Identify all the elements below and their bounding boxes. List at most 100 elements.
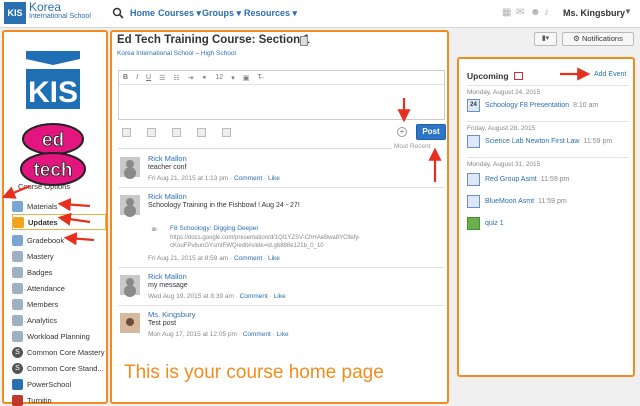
event-name[interactable]: quiz 1 bbox=[485, 220, 504, 227]
sidebar-item-common-core-standards[interactable]: S Common Core Stand... bbox=[12, 360, 106, 376]
sidebar-item-badges[interactable]: Badges bbox=[12, 264, 106, 280]
sidebar-item-members[interactable]: Members bbox=[12, 296, 106, 312]
post-body: Schoology Training in the Fishbowl ! Aug… bbox=[148, 202, 300, 209]
italic-icon[interactable]: I bbox=[136, 74, 138, 81]
image-icon[interactable]: ▣ bbox=[243, 74, 250, 82]
kis-logo-mark[interactable]: KIS bbox=[4, 2, 26, 24]
event-item[interactable]: BlueMoon Asmt 11:59 pm bbox=[467, 193, 567, 209]
layout-toggle-button[interactable]: ▮▾ bbox=[534, 32, 557, 46]
comment-link[interactable]: Comment bbox=[243, 331, 271, 338]
feed-post: Ms. Kingsbury Test post Mon Aug 17, 2015… bbox=[118, 310, 445, 344]
bullet-list-icon[interactable]: ☰ bbox=[159, 74, 165, 82]
attachment-link-url[interactable]: https://docs.google.com/presentation/d/1… bbox=[170, 234, 370, 250]
like-link[interactable]: Like bbox=[268, 255, 280, 262]
people-icon[interactable]: ☻ bbox=[530, 8, 541, 18]
bold-icon[interactable]: B bbox=[123, 74, 128, 81]
sidebar-item-label: Common Core Stand... bbox=[27, 363, 104, 373]
event-item[interactable]: 24 Schoology F8 Presentation 8:10 am bbox=[467, 97, 598, 113]
avatar[interactable] bbox=[120, 275, 140, 295]
resource-icon[interactable] bbox=[172, 127, 181, 137]
calendar-icon[interactable] bbox=[514, 72, 523, 80]
event-item[interactable]: Science Lab Newton First Law 11:59 pm bbox=[467, 133, 612, 149]
like-link[interactable]: Like bbox=[274, 293, 286, 300]
clear-format-icon[interactable]: T̶ bbox=[257, 74, 261, 81]
sidebar-item-analytics[interactable]: Analytics bbox=[12, 312, 106, 328]
post-author[interactable]: Ms. Kingsbury bbox=[148, 310, 196, 319]
event-name[interactable]: Red Group Asmt bbox=[485, 176, 537, 183]
common-core-icon: S bbox=[12, 346, 23, 358]
font-size-select[interactable]: 12 bbox=[215, 74, 223, 81]
comment-link[interactable]: Comment bbox=[234, 175, 262, 182]
grid-icon[interactable]: ▦ bbox=[502, 8, 512, 18]
sidebar-item-common-core-mastery[interactable]: S Common Core Mastery bbox=[12, 344, 106, 360]
link-icon[interactable]: ⚭ bbox=[202, 74, 208, 82]
copy-icon[interactable] bbox=[222, 127, 231, 137]
file-icon[interactable] bbox=[122, 127, 131, 137]
post-date: Mon Aug 17, 2015 at 12:05 pm bbox=[148, 331, 237, 338]
post-author[interactable]: Rick Mallon bbox=[148, 154, 187, 163]
powerschool-icon bbox=[12, 378, 23, 390]
post-author[interactable]: Rick Mallon bbox=[148, 192, 187, 201]
user-menu[interactable]: Ms. Kingsbury bbox=[563, 8, 625, 18]
bell-icon[interactable]: ♪ bbox=[544, 8, 554, 18]
notifications-button[interactable]: ⚙ Notifications bbox=[562, 32, 634, 46]
nav-groups[interactable]: Groups ▾ bbox=[202, 8, 241, 19]
chevron-down-icon[interactable]: ▼ bbox=[624, 7, 632, 16]
sidebar-item-turnitin[interactable]: Turnitin bbox=[12, 392, 106, 406]
add-option-icon[interactable]: + bbox=[397, 127, 407, 137]
edit-course-icon[interactable] bbox=[300, 36, 308, 46]
nav-courses[interactable]: Courses ▾ bbox=[158, 8, 201, 19]
sidebar-item-mastery[interactable]: Mastery bbox=[12, 248, 106, 264]
course-school-link[interactable]: Korea International School – High School bbox=[117, 50, 236, 57]
attachment-link-title[interactable]: F8 Schoology: Digging Deeper bbox=[170, 225, 259, 232]
avatar[interactable] bbox=[120, 313, 140, 333]
sort-select[interactable]: Most Recent bbox=[394, 143, 431, 150]
event-name[interactable]: BlueMoon Asmt bbox=[485, 198, 534, 205]
sidebar-item-workload-planning[interactable]: Workload Planning bbox=[12, 328, 106, 344]
add-event-link[interactable]: Add Event bbox=[594, 71, 626, 78]
svg-text:ed: ed bbox=[42, 130, 64, 151]
post-body: teacher conf bbox=[148, 164, 187, 171]
school-name[interactable]: Korea bbox=[29, 1, 61, 13]
sidebar-item-gradebook[interactable]: Gradebook bbox=[12, 232, 106, 248]
event-item[interactable]: Red Group Asmt 11:59 pm bbox=[467, 171, 569, 187]
message-icon[interactable]: ✉ bbox=[516, 8, 526, 18]
calendar-event-icon: 24 bbox=[467, 98, 480, 112]
event-time: 11:59 pm bbox=[583, 137, 613, 145]
underline-icon[interactable]: U bbox=[146, 74, 151, 81]
like-link[interactable]: Like bbox=[268, 175, 280, 182]
post-author[interactable]: Rick Mallon bbox=[148, 272, 187, 281]
post-editor[interactable]: B I U ☰ ☷ ⇥ ⚭ 12 ▾ ▣ T̶ bbox=[118, 70, 445, 120]
event-name[interactable]: Schoology F8 Presentation bbox=[485, 102, 569, 109]
avatar[interactable] bbox=[120, 157, 140, 177]
nav-resources[interactable]: Resources ▾ bbox=[244, 8, 297, 19]
event-name[interactable]: Science Lab Newton First Law bbox=[485, 138, 580, 145]
course-home-main: Ed Tech Training Course: Section 1 Korea… bbox=[110, 30, 449, 404]
divider bbox=[118, 148, 392, 149]
sidebar-item-updates[interactable]: Updates bbox=[12, 214, 106, 230]
post-button[interactable]: Post bbox=[416, 124, 446, 140]
like-link[interactable]: Like bbox=[277, 331, 289, 338]
post-meta: Fri Aug 21, 2015 at 8:59 am · Comment · … bbox=[148, 255, 280, 262]
numbered-list-icon[interactable]: ☷ bbox=[173, 74, 179, 82]
feed-post: Rick Mallon my message Wed Aug 19, 2015 … bbox=[118, 272, 445, 306]
event-item[interactable]: quiz 1 bbox=[467, 215, 508, 231]
gradebook-icon bbox=[12, 234, 23, 246]
avatar[interactable] bbox=[120, 195, 140, 215]
search-icon[interactable] bbox=[112, 7, 124, 19]
sidebar-item-label: Badges bbox=[27, 267, 53, 277]
sidebar-item-materials[interactable]: Materials bbox=[12, 198, 106, 214]
comment-link[interactable]: Comment bbox=[234, 255, 262, 262]
attachment-toolbar bbox=[118, 124, 445, 140]
attach-link-icon[interactable] bbox=[147, 127, 156, 137]
chevron-down-icon[interactable]: ▾ bbox=[231, 74, 235, 82]
course-options-toggle[interactable]: Course Options bbox=[18, 182, 70, 191]
tool-icon[interactable] bbox=[197, 127, 206, 137]
comment-link[interactable]: Comment bbox=[240, 293, 268, 300]
sidebar-item-powerschool[interactable]: PowerSchool bbox=[12, 376, 106, 392]
day-header: Monday, August 24, 2015 bbox=[467, 85, 629, 96]
indent-icon[interactable]: ⇥ bbox=[188, 74, 194, 82]
nav-home[interactable]: Home bbox=[130, 8, 155, 18]
feed-post: Rick Mallon Schoology Training in the Fi… bbox=[118, 192, 445, 268]
sidebar-item-attendance[interactable]: Attendance bbox=[12, 280, 106, 296]
